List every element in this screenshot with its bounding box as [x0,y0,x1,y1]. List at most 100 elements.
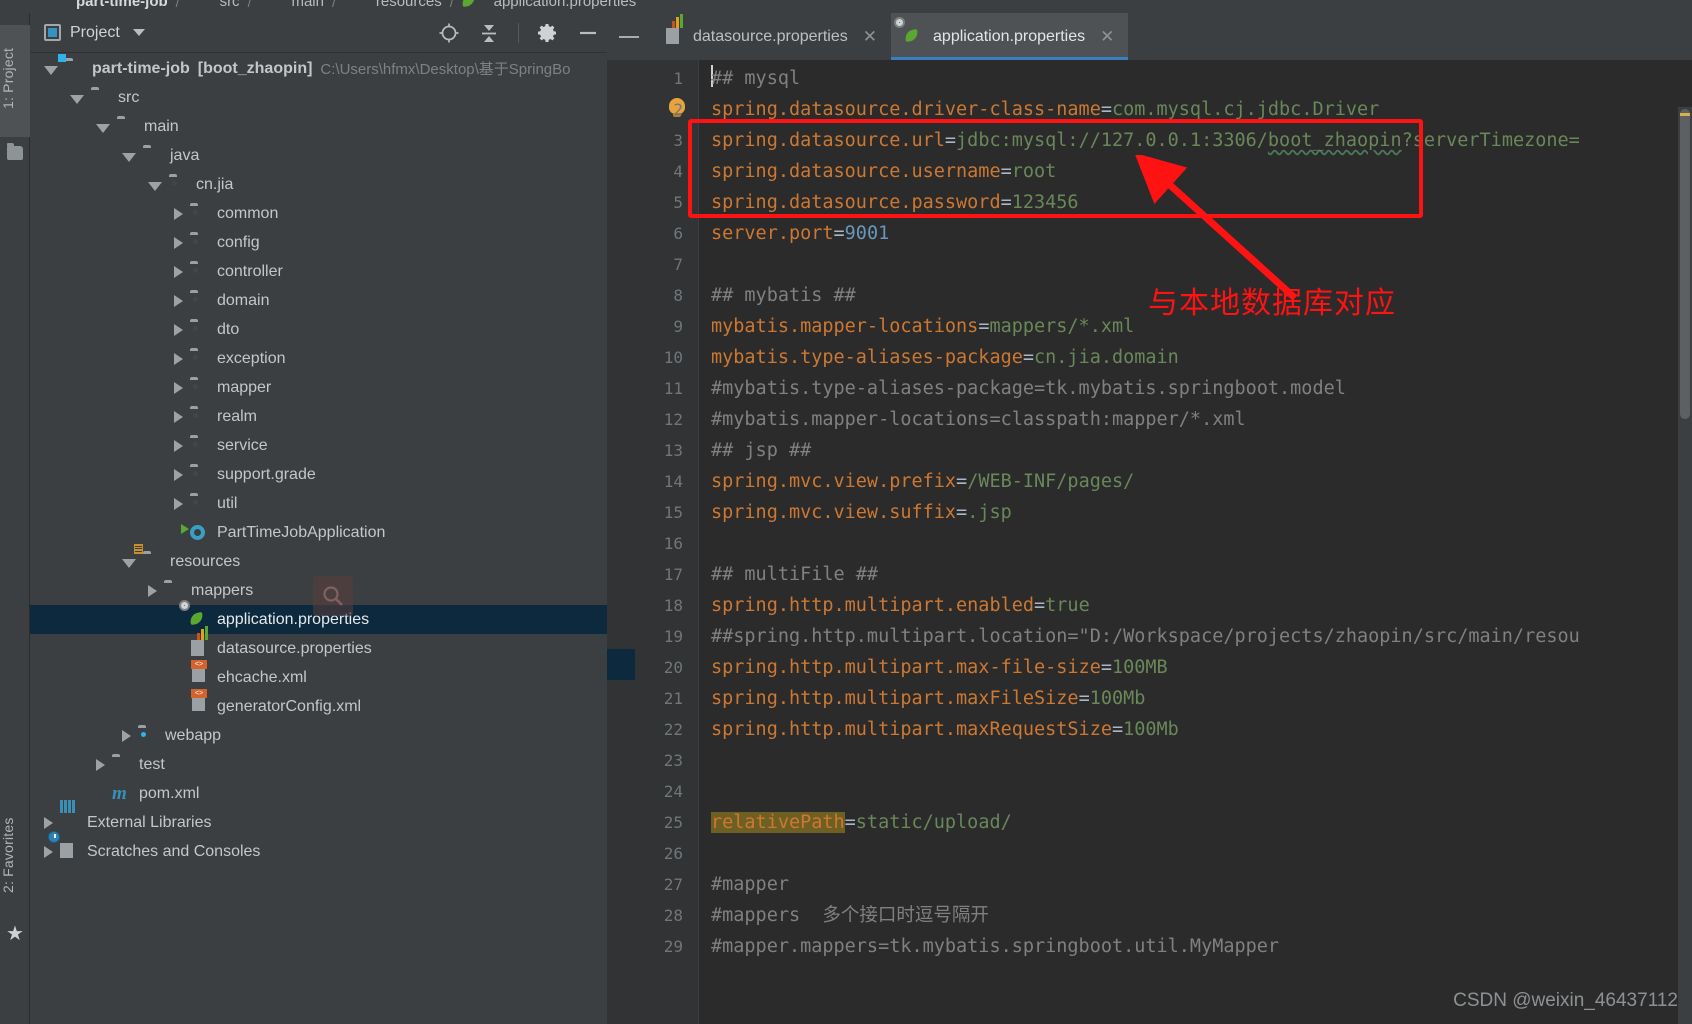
sidebar-tab-favorites[interactable]: 2: Favorites [0,795,30,915]
tree-row[interactable]: main [30,112,607,141]
chevron-right-icon[interactable] [174,381,183,394]
project-file-tree[interactable]: part-time-job [boot_zhaopin] C:\Users\hfmx… [30,54,607,866]
tree-row[interactable]: External Libraries [30,800,607,837]
xml-file-icon: <> [190,689,209,715]
minimize-icon[interactable] [577,22,599,44]
tree-row[interactable]: PartTimeJobApplication [30,518,607,547]
collapse-all-icon[interactable] [478,22,500,44]
sidebar-tab-project[interactable]: 1: Project [0,25,30,137]
tree-row[interactable]: dto [30,315,607,344]
minimize-icon[interactable] [607,13,651,60]
chevron-right-icon[interactable] [174,236,183,249]
line-number-gutter: 1 2 3 4 5 6 7 8 9 10 11 12 13 14 15 16 17 18 19 20 21 22 23 24 2… [607,60,699,1024]
resources-folder-icon [344,0,363,10]
tree-row[interactable]: <> ehcache.xml [30,660,607,692]
tree-row[interactable]: controller [30,257,607,286]
chevron-right-icon[interactable] [174,410,183,423]
watermark: CSDN @weixin_46437112 [1453,990,1678,1011]
line-number: 6 [673,224,683,243]
tree-row[interactable]: support.grade [30,460,607,489]
chevron-right-icon[interactable] [148,584,157,597]
tree-row[interactable]: datasource.properties [30,626,607,663]
package-icon [190,466,209,483]
tree-row[interactable]: webapp [30,721,607,750]
tree-row[interactable]: exception [30,344,607,373]
breadcrumb-item[interactable]: application.properties [460,0,636,10]
line-number: 2 [673,100,683,119]
code-token: spring.http.multipart.enabled [711,595,1035,616]
chevron-right-icon[interactable] [44,845,53,858]
tree-row[interactable]: resources [30,544,607,576]
tree-row[interactable]: Scratches and Consoles [30,831,607,866]
chevron-right-icon[interactable] [44,816,53,829]
annotation-text: 与本地数据库对应 [1148,286,1396,321]
scrollbar-thumb[interactable] [1680,109,1690,419]
tree-row[interactable]: mapper [30,373,607,402]
line-number: 28 [663,906,683,925]
tree-row[interactable]: realm [30,402,607,431]
warning-marker[interactable] [1680,113,1690,116]
tree-row[interactable]: src [30,83,607,112]
editor-tab[interactable]: datasource.properties ✕ [651,13,892,60]
tree-row[interactable]: m pom.xml [30,779,607,808]
search-icon[interactable] [313,576,353,616]
code-token: = [1111,719,1124,740]
chevron-down-icon[interactable] [132,29,145,36]
folder-icon [188,0,207,10]
tree-row[interactable]: part-time-job [boot_zhaopin] C:\Users\hfmx… [30,54,607,83]
tree-row[interactable]: java [30,141,607,170]
chevron-right-icon[interactable] [96,758,105,771]
chevron-down-icon[interactable] [96,123,110,133]
project-panel-title-group[interactable]: Project [44,24,145,42]
breadcrumb-item[interactable]: resources [344,0,442,10]
chevron-down-icon[interactable] [122,152,136,162]
breadcrumb-item[interactable]: part-time-job [44,0,168,10]
code-token: #mappers 多个接口时逗号隔开 [711,905,989,926]
chevron-right-icon[interactable] [174,352,183,365]
chevron-down-icon[interactable] [70,94,84,104]
tree-row[interactable]: util [30,489,607,518]
editor-scrollbar[interactable] [1678,107,1692,1024]
code-token: = [978,316,990,337]
code-token: ##spring.http.multipart.location="D:/Wor… [711,626,1580,647]
chevron-right-icon[interactable] [174,265,183,278]
code-line: spring.datasource.username=root [711,156,1056,187]
code-token: #mapper [711,874,789,895]
code-editor[interactable]: ## mysql spring.datasource.driver-class-n… [699,60,1692,1024]
chevron-right-icon[interactable] [174,439,183,452]
tree-row[interactable]: cn.jia [30,170,607,199]
breadcrumb-item[interactable]: main [259,0,324,10]
code-token: /WEB-INF/pages/ [967,471,1135,492]
gear-icon[interactable] [537,22,559,44]
tree-row[interactable]: domain [30,286,607,315]
tree-row[interactable]: common [30,199,607,228]
chevron-right-icon[interactable] [174,323,183,336]
tree-row[interactable]: service [30,431,607,460]
close-icon[interactable]: ✕ [1100,27,1114,47]
chevron-down-icon[interactable] [122,558,136,568]
chevron-right-icon[interactable] [174,207,183,220]
chevron-down-icon[interactable] [148,181,162,191]
package-icon [190,495,209,512]
tree-row-label: generatorConfig.xml [217,697,362,715]
code-token: com.mysql.cj.jdbc.Driver [1111,99,1380,120]
chevron-down-icon[interactable] [44,65,58,75]
code-token: mybatis.mapper-locations [711,316,979,337]
folder-icon [164,582,183,599]
tree-row[interactable]: test [30,750,607,779]
package-icon [190,379,209,396]
breadcrumb-item[interactable]: src [188,0,240,10]
chevron-right-icon[interactable] [174,294,183,307]
close-icon[interactable]: ✕ [863,27,877,47]
tree-row[interactable]: <> generatorConfig.xml [30,689,607,721]
editor-tab-active[interactable]: application.properties ✕ [891,13,1129,60]
code-token: spring.mvc.view.suffix [711,502,957,523]
locate-target-icon[interactable] [438,22,460,44]
tree-row-label: mappers [191,581,254,599]
star-icon[interactable]: ★ [6,921,24,946]
chevron-right-icon[interactable] [174,497,183,510]
chevron-right-icon[interactable] [174,468,183,481]
maven-icon: m [112,783,127,804]
tree-row[interactable]: config [30,228,607,257]
chevron-right-icon[interactable] [122,729,131,742]
